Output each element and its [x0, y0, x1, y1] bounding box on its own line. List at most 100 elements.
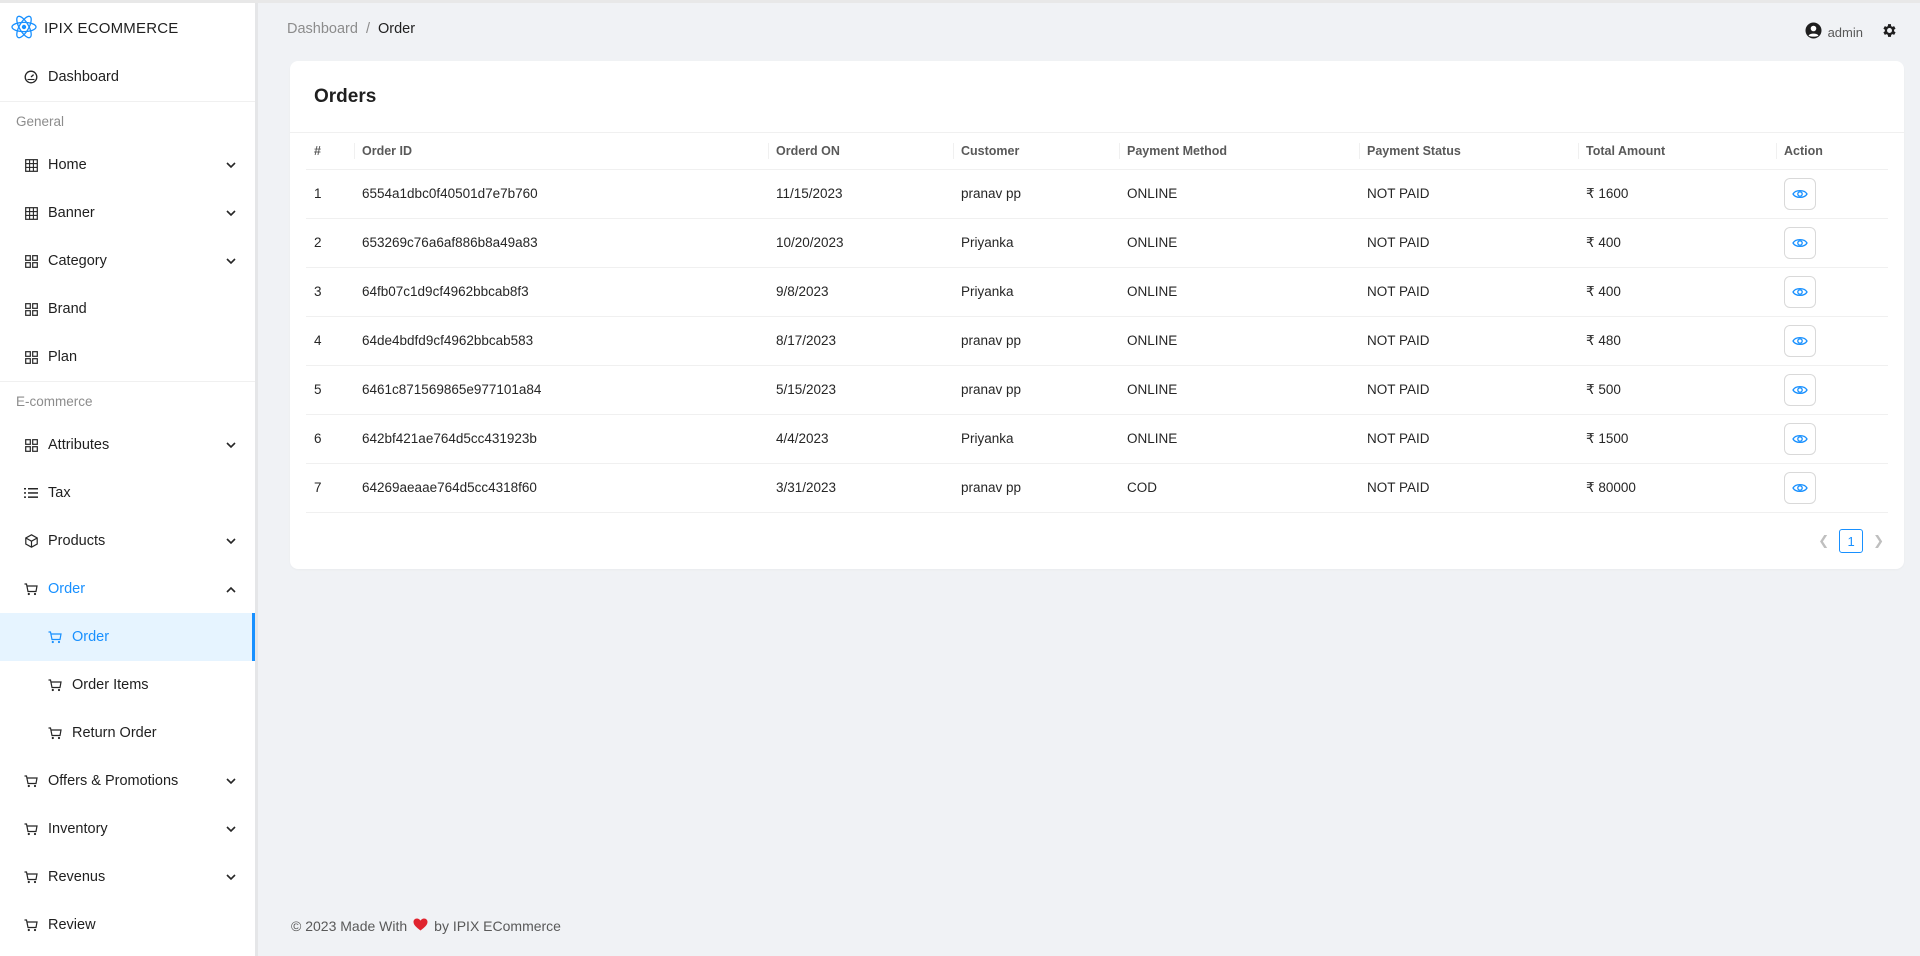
cell-action [1776, 365, 1888, 415]
sidebar-item-banner[interactable]: Banner [0, 189, 255, 237]
page-number-current[interactable]: 1 [1839, 529, 1864, 553]
cell-index: 2 [306, 218, 354, 268]
sidebar-item-home[interactable]: Home [0, 141, 255, 189]
sidebar-item-label: Offers & Promotions [48, 773, 179, 789]
cell-customer: Priyanka [953, 218, 1119, 268]
sidebar-item-tax[interactable]: Tax [0, 469, 255, 517]
orders-card: Orders # Order ID Orderd ON Customer Pay… [290, 61, 1904, 569]
cell-customer: pranav pp [953, 169, 1119, 219]
column-header-action: Action [1776, 133, 1888, 170]
view-order-button[interactable] [1784, 177, 1816, 210]
view-order-button[interactable] [1784, 422, 1816, 455]
cell-total-amount: ₹ 1500 [1578, 414, 1776, 464]
sidebar-item-label: Products [48, 533, 106, 549]
user-menu[interactable]: admin [1805, 22, 1863, 42]
table-icon [24, 206, 38, 220]
cell-payment-status: NOT PAID [1359, 267, 1578, 317]
table-row: 1 6554a1dbc0f40501d7e7b760 11/15/2023 pr… [306, 169, 1888, 219]
sidebar-item-attributes[interactable]: Attributes [0, 421, 255, 469]
cell-total-amount: ₹ 480 [1578, 316, 1776, 366]
sidebar-item-order[interactable]: Order [0, 565, 255, 613]
eye-icon [1792, 189, 1808, 198]
header-actions: admin [1805, 22, 1898, 42]
sidebar-item-label: Home [48, 157, 87, 173]
react-atom-icon [10, 13, 38, 44]
view-order-button[interactable] [1784, 324, 1816, 357]
cell-payment-method: ONLINE [1119, 267, 1359, 317]
sidebar-item-label: Revenus [48, 869, 106, 885]
sidebar-item-products[interactable]: Products [0, 517, 255, 565]
menu-group-ecommerce: E-commerce [0, 381, 255, 421]
cell-order-id: 64de4bdfd9cf4962bbcab583 [354, 316, 768, 366]
cell-customer: pranav pp [953, 365, 1119, 415]
sidebar-item-label: Brand [48, 301, 87, 317]
code-sandbox-icon [24, 534, 38, 548]
appstore-icon [24, 302, 38, 316]
breadcrumb-dashboard-link[interactable]: Dashboard [287, 21, 358, 37]
sidebar-item-label: Tax [48, 485, 71, 501]
cell-total-amount: ₹ 400 [1578, 218, 1776, 268]
sidebar-item-inventory[interactable]: Inventory [0, 805, 255, 853]
top-border [0, 0, 1920, 3]
table-icon [24, 158, 38, 172]
chevron-down-icon [225, 775, 237, 787]
view-order-button[interactable] [1784, 226, 1816, 259]
brand-logo[interactable]: IPIX ECOMMERCE [0, 3, 255, 53]
sidebar-item-dashboard[interactable]: Dashboard [0, 53, 255, 101]
sidebar-item-revenue[interactable]: Revenus [0, 853, 255, 901]
cell-total-amount: ₹ 1600 [1578, 169, 1776, 219]
cell-ordered-on: 11/15/2023 [768, 169, 953, 219]
heart-icon [413, 918, 428, 934]
chevron-up-icon [225, 583, 237, 595]
table-row: 5 6461c871569865e977101a84 5/15/2023 pra… [306, 365, 1888, 415]
cell-ordered-on: 4/4/2023 [768, 414, 953, 464]
cell-order-id: 642bf421ae764d5cc431923b [354, 414, 768, 464]
cell-total-amount: ₹ 500 [1578, 365, 1776, 415]
cell-payment-method: ONLINE [1119, 218, 1359, 268]
sidebar-item-label: Order [48, 581, 86, 597]
sidebar-item-label: Category [48, 253, 107, 269]
eye-icon [1792, 385, 1808, 394]
view-order-button[interactable] [1784, 471, 1816, 504]
cell-payment-status: NOT PAID [1359, 365, 1578, 415]
sidebar-item-category[interactable]: Category [0, 237, 255, 285]
chevron-left-icon[interactable]: ❮ [1818, 533, 1829, 549]
cell-customer: Priyanka [953, 414, 1119, 464]
appstore-icon [24, 254, 38, 268]
cell-action [1776, 169, 1888, 219]
cell-action [1776, 463, 1888, 513]
sidebar-item-label: Order [72, 629, 110, 645]
footer: © 2023 Made With by IPIX ECommerce [291, 918, 561, 934]
column-header-order-id: Order ID [354, 133, 768, 170]
breadcrumb-separator: / [365, 21, 370, 37]
sidebar-item-plan[interactable]: Plan [0, 333, 255, 381]
shopping-cart-icon [24, 822, 38, 836]
sidebar-subitem-return-order[interactable]: Return Order [0, 709, 255, 757]
cell-index: 6 [306, 414, 354, 464]
shopping-cart-icon [24, 870, 38, 884]
sidebar-item-label: Review [48, 917, 96, 933]
dashboard-icon [24, 70, 38, 84]
sidebar-item-label: Dashboard [48, 69, 119, 85]
cell-order-id: 6461c871569865e977101a84 [354, 365, 768, 415]
sidebar-item-label: Plan [48, 349, 78, 365]
menu-group-general: General [0, 101, 255, 141]
sidebar-item-brand[interactable]: Brand [0, 285, 255, 333]
sidebar-subitem-order-items[interactable]: Order Items [0, 661, 255, 709]
chevron-down-icon [225, 535, 237, 547]
page-title: Orders [290, 61, 1904, 133]
eye-icon [1792, 287, 1808, 296]
sidebar-subitem-order[interactable]: Order [0, 613, 255, 661]
cell-payment-status: NOT PAID [1359, 414, 1578, 464]
chevron-down-icon [225, 439, 237, 451]
cell-total-amount: ₹ 80000 [1578, 463, 1776, 513]
table-row: 2 653269c76a6af886b8a49a83 10/20/2023 Pr… [306, 218, 1888, 268]
view-order-button[interactable] [1784, 275, 1816, 308]
settings-gear-icon[interactable] [1881, 22, 1898, 42]
cell-payment-status: NOT PAID [1359, 316, 1578, 366]
sidebar-item-offers-promotions[interactable]: Offers & Promotions [0, 757, 255, 805]
cell-customer: pranav pp [953, 316, 1119, 366]
view-order-button[interactable] [1784, 373, 1816, 406]
chevron-right-icon[interactable]: ❯ [1873, 533, 1884, 549]
sidebar-item-review[interactable]: Review [0, 901, 255, 949]
